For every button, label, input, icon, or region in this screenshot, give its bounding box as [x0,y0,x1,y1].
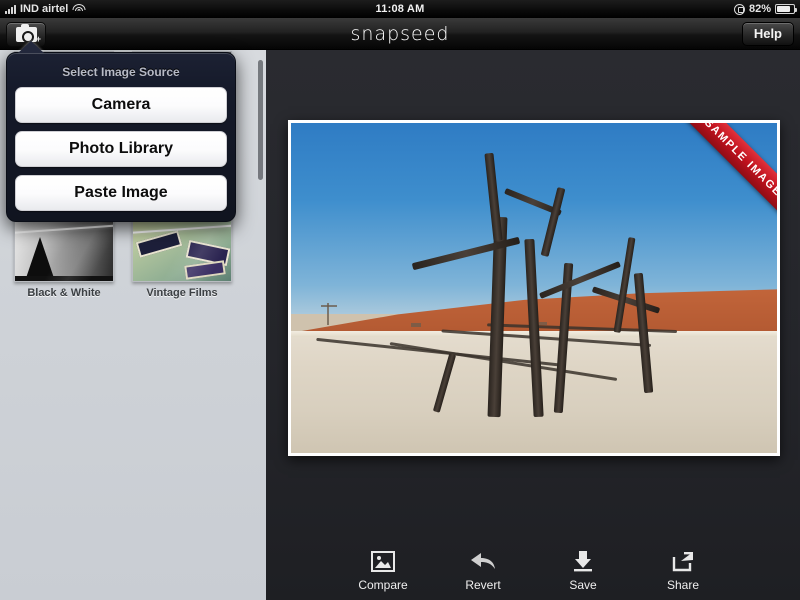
compare-photo-icon [347,546,419,576]
image-source-popover: Select Image Source Camera Photo Library… [6,41,236,222]
photo-library-option-button[interactable]: Photo Library [15,131,227,167]
popover-arrow [18,41,44,53]
distant-shrub [411,323,421,327]
action-label: Revert [465,578,501,592]
app-wordmark: snapseed [350,23,450,45]
camera-option-button[interactable]: Camera [15,87,227,123]
undo-arrow-icon [447,546,519,576]
help-button[interactable]: Help [741,22,794,46]
snapseed-app-window: IND airtel 11:08 AM 82% + snapseed Help [0,0,800,600]
share-button[interactable]: Share [647,546,719,592]
tile-caption: Black & White [27,287,101,299]
sidebar-scrollbar[interactable] [258,60,263,180]
battery-percent-label: 82% [748,3,771,15]
battery-icon [775,4,797,14]
share-export-icon [647,546,719,576]
popover-title: Select Image Source [62,65,180,79]
photo-frame[interactable]: SAMPLE IMAGE [288,120,780,456]
compare-button[interactable]: Compare [347,546,419,592]
ios-status-bar: IND airtel 11:08 AM 82% [0,0,800,18]
action-label: Share [666,578,700,592]
edited-photo[interactable]: SAMPLE IMAGE [291,123,777,453]
download-save-icon [547,546,619,576]
action-label: Compare [358,578,408,592]
distant-tree [321,305,337,307]
tile-caption: Vintage Films [146,287,218,299]
editor-action-bar: Compare Revert Save Share [266,546,800,592]
editor-stage: SAMPLE IMAGE Compare Revert Save Share [266,50,800,600]
paste-image-option-button[interactable]: Paste Image [15,175,227,211]
popover-body: Select Image Source Camera Photo Library… [6,52,236,222]
status-bar-clock: 11:08 AM [375,3,425,15]
save-button[interactable]: Save [547,546,619,592]
action-label: Save [569,578,597,592]
rotation-lock-icon [733,3,745,15]
status-bar-right: 82% [733,0,797,18]
app-toolbar: + snapseed Help [0,18,800,50]
revert-button[interactable]: Revert [447,546,519,592]
